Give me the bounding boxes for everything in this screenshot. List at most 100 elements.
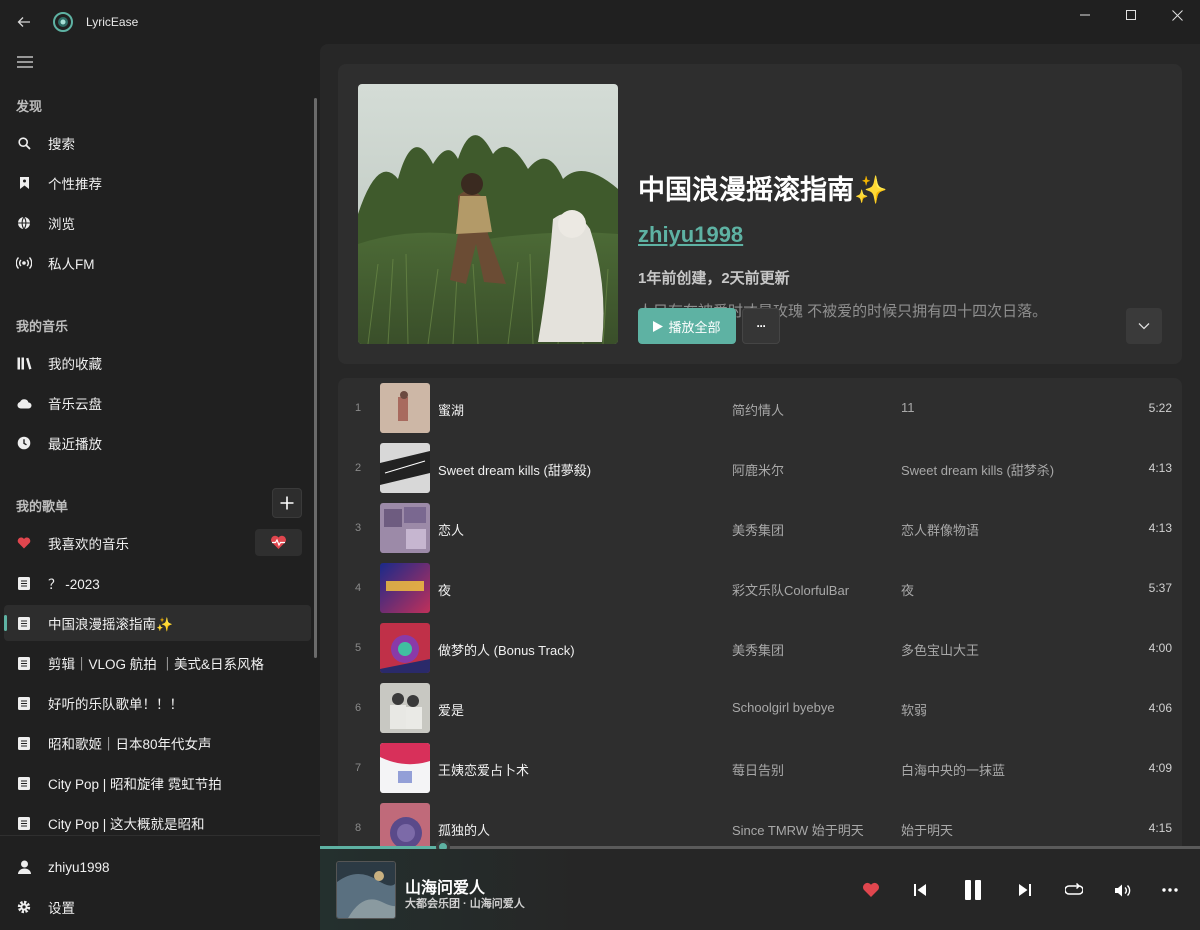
track-album-link[interactable]: 夜 (901, 580, 914, 599)
window-controls (1062, 0, 1200, 30)
track-album-link[interactable]: 始于明天 (901, 820, 953, 839)
track-album-link[interactable]: 多色宝山大王 (901, 640, 979, 659)
track-number: 5 (354, 642, 362, 654)
playlist-item[interactable]: 昭和歌姬｜日本80年代女声 (4, 725, 311, 761)
playlist-item-label: City Pop | 这大概就是昭和 (48, 817, 205, 832)
track-title: 夜 (438, 583, 452, 598)
list-icon (16, 575, 32, 591)
maximize-button[interactable] (1108, 0, 1154, 30)
sidebar-divider (0, 835, 320, 836)
track-cover (380, 563, 430, 613)
track-artist-link[interactable]: 阿鹿米尔 (732, 460, 784, 479)
nav-recommend[interactable]: 个性推荐 (4, 165, 311, 201)
now-playing-cover[interactable] (336, 861, 396, 919)
library-icon (16, 355, 32, 371)
list-icon (16, 695, 32, 711)
track-row[interactable]: 1 蜜湖 简约情人 11 5:22 (338, 378, 1182, 438)
track-artist-link[interactable]: 美秀集团 (732, 520, 784, 539)
track-artist-link[interactable]: 美秀集团 (732, 640, 784, 659)
track-artist-link[interactable]: 简约情人 (732, 400, 784, 419)
play-all-button[interactable]: 播放全部 (638, 308, 736, 344)
nav-collection[interactable]: 我的收藏 (4, 345, 311, 381)
sidebar-scrollbar[interactable] (314, 98, 317, 658)
now-playing-subtitle[interactable]: 大都会乐团 · 山海问爱人 (405, 895, 525, 911)
nav-settings-label: 设置 (48, 901, 75, 916)
nav-account[interactable]: zhiyu1998 (4, 849, 311, 885)
cloud-icon (16, 395, 32, 411)
track-row[interactable]: 8 孤独的人 Since TMRW 始于明天 始于明天 4:15 (338, 798, 1182, 846)
track-row[interactable]: 4 夜 彩文乐队ColorfulBar 夜 5:37 (338, 558, 1182, 618)
track-cover (380, 803, 430, 846)
nav-cloud[interactable]: 音乐云盘 (4, 385, 311, 421)
playlists-header: 我的歌单 (16, 499, 69, 514)
expand-button[interactable] (1126, 308, 1162, 344)
track-number: 8 (354, 822, 362, 834)
track-artist-link[interactable]: 莓日告别 (732, 760, 784, 779)
track-title: 爱是 (438, 703, 465, 718)
add-playlist-button[interactable] (272, 488, 302, 518)
chevron-down-icon (1138, 323, 1150, 330)
nav-recent[interactable]: 最近播放 (4, 425, 311, 461)
nav-account-label: zhiyu1998 (48, 859, 110, 875)
heart-icon (16, 535, 32, 551)
playlist-item[interactable]: 好听的乐队歌单！！！ (4, 685, 311, 721)
playlist-creator-link[interactable]: zhiyu1998 (638, 222, 743, 248)
heart-filled-icon (863, 882, 879, 897)
pause-icon (965, 880, 981, 900)
track-artist-link[interactable]: Since TMRW 始于明天 (732, 820, 864, 839)
nav-browse-label: 浏览 (48, 217, 75, 232)
nav-recommend-label: 个性推荐 (48, 177, 102, 192)
nav-fm[interactable]: 私人FM (4, 245, 311, 281)
volume-button[interactable] (1109, 877, 1135, 903)
close-button[interactable] (1154, 0, 1200, 30)
pause-button[interactable] (960, 877, 986, 903)
like-button[interactable] (858, 877, 884, 903)
gear-icon (16, 899, 32, 915)
title-bar: LyricEase (0, 0, 320, 44)
track-artist-link[interactable]: Schoolgirl byebye (732, 700, 835, 715)
playlist-item-label: 昭和歌姬｜日本80年代女声 (48, 737, 212, 752)
playlist-item-active[interactable]: 中国浪漫摇滚指南✨ (4, 605, 311, 641)
track-row[interactable]: 7 王姨恋爱占卜术 莓日告别 白海中央的一抹蓝 4:09 (338, 738, 1182, 798)
track-row[interactable]: 2 Sweet dream kills (甜夢殺) 阿鹿米尔 Sweet dre… (338, 438, 1182, 498)
track-album-link[interactable]: 11 (901, 400, 915, 415)
back-button[interactable] (12, 10, 36, 34)
nav-browse[interactable]: 浏览 (4, 205, 311, 241)
playlist-item-label: ？ -2023 (48, 577, 100, 592)
search-icon (16, 135, 32, 151)
volume-icon (1114, 884, 1130, 896)
track-row[interactable]: 5 做梦的人 (Bonus Track) 美秀集团 多色宝山大王 4:00 (338, 618, 1182, 678)
nav-settings[interactable]: 设置 (4, 889, 311, 925)
minimize-icon (1080, 14, 1090, 16)
track-album-link[interactable]: 恋人群像物语 (901, 520, 979, 539)
list-icon (16, 735, 32, 751)
more-button[interactable] (1157, 877, 1183, 903)
playlist-item[interactable]: ？ -2023 (4, 565, 311, 601)
more-options-button[interactable]: ··· (742, 308, 780, 344)
track-album-link[interactable]: Sweet dream kills (甜梦杀) (901, 460, 1054, 479)
nav-search[interactable]: 搜索 (4, 125, 311, 161)
more-horizontal-icon (1162, 888, 1178, 892)
previous-button[interactable] (907, 877, 933, 903)
minimize-button[interactable] (1062, 0, 1108, 30)
main-content: 中国浪漫摇滚指南✨ zhiyu1998 1年前创建，2天前更新 人只有在被爱时才… (320, 44, 1200, 846)
radio-icon (16, 255, 32, 271)
track-album-link[interactable]: 白海中央的一抹蓝 (901, 760, 1005, 779)
track-row[interactable]: 6 爱是 Schoolgirl byebye 软弱 4:06 (338, 678, 1182, 738)
track-album-link[interactable]: 软弱 (901, 700, 927, 719)
track-artist-link[interactable]: 彩文乐队ColorfulBar (732, 580, 849, 599)
track-cover (380, 443, 430, 493)
track-row[interactable]: 3 恋人 美秀集团 恋人群像物语 4:13 (338, 498, 1182, 558)
track-duration: 4:00 (1148, 641, 1172, 655)
playlist-item[interactable]: City Pop | 昭和旋律 霓虹节拍 (4, 765, 311, 801)
heartbeat-mode-button[interactable] (255, 529, 302, 556)
mymusic-header: 我的音乐 (16, 319, 69, 334)
repeat-button[interactable] (1061, 877, 1087, 903)
track-cover (380, 383, 430, 433)
playlist-item[interactable]: 剪辑｜VLOG 航拍 ｜美式&日系风格 (4, 645, 311, 681)
menu-button[interactable] (14, 52, 36, 72)
next-button[interactable] (1012, 877, 1038, 903)
track-duration: 5:22 (1148, 401, 1172, 415)
hamburger-icon (17, 56, 33, 68)
track-number: 4 (354, 582, 362, 594)
